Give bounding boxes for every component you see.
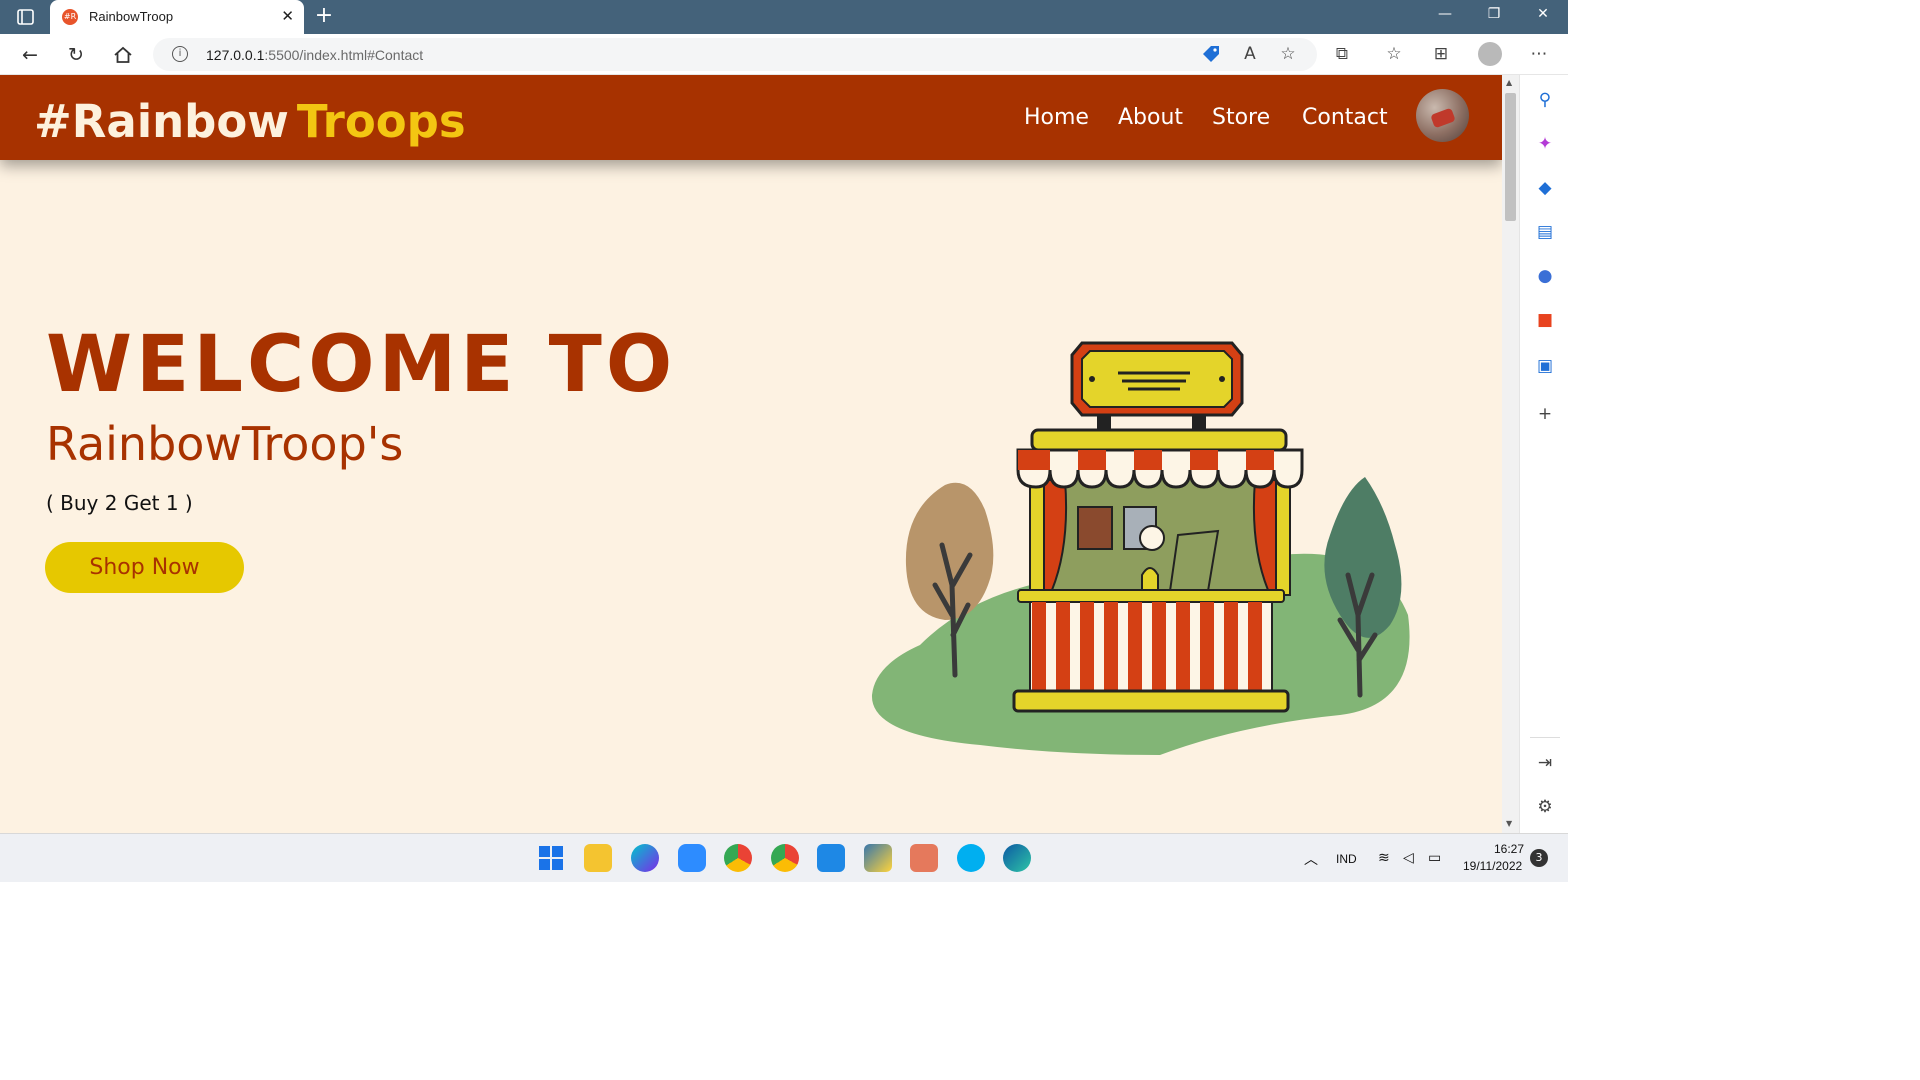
settings-gear-icon[interactable]: ⚙ [1534,796,1556,818]
site-favicon-icon: #R [62,9,78,25]
edge-icon[interactable] [1003,844,1031,872]
user-avatar[interactable] [1416,89,1469,142]
outlook-icon[interactable]: ▣ [1534,355,1556,377]
site-info-icon[interactable]: i [172,46,188,62]
close-window-icon[interactable]: ✕ [1520,6,1566,28]
tab-close-icon[interactable]: ✕ [281,7,294,25]
chrome-profile-icon[interactable] [771,844,799,872]
office-icon[interactable]: ■ [1534,309,1556,331]
clock-date[interactable]: 19/11/2022 [1463,859,1522,873]
web-page: #Rainbow Troops Home About Store Contact … [0,75,1502,833]
site-logo[interactable]: #Rainbow Troops [34,95,466,148]
site-header: #Rainbow Troops Home About Store Contact [0,75,1502,160]
tools-icon[interactable]: ▤ [1534,221,1556,243]
games-icon[interactable]: ● [1534,265,1556,287]
url-path: :5500/index.html#Contact [264,47,424,63]
nav-about[interactable]: About [1118,105,1183,130]
add-favorite-icon[interactable]: ☆ [1276,42,1300,66]
restore-icon[interactable]: ❐ [1471,6,1517,28]
windows-taskbar: ︿ IND ≋ ◁ ▭ 16:27 19/11/2022 3 [0,833,1568,882]
favorites-icon[interactable]: ☆ [1382,42,1406,66]
browser-title-bar: #R RainbowTroop ✕ + — ❐ ✕ [0,0,1568,34]
scroll-down-icon[interactable]: ▼ [1506,819,1512,828]
shop-now-button[interactable]: Shop Now [45,542,244,593]
more-options-icon[interactable]: ⋯ [1527,42,1551,66]
shopping-tag-icon[interactable] [1199,42,1223,66]
chrome-icon[interactable] [724,844,752,872]
market-stall-illustration [871,341,1410,755]
scroll-up-icon[interactable]: ▲ [1506,78,1512,87]
clock-time[interactable]: 16:27 [1494,842,1524,856]
discover-sparkle-icon[interactable]: ✦ [1534,133,1556,155]
hero-subtitle: RainbowTroop's [46,417,404,471]
scrollbar-thumb[interactable] [1505,93,1516,221]
python-icon[interactable] [864,844,892,872]
address-bar[interactable]: i 127.0.0.1:5500/index.html#Contact A ☆ [153,38,1317,71]
notification-badge[interactable]: 3 [1530,849,1548,867]
page-scrollbar[interactable]: ▲ ▼ [1502,75,1519,833]
home-icon[interactable] [110,42,136,68]
vscode-icon[interactable] [817,844,845,872]
hero-title: WELCOME TO [46,320,677,410]
browser-tab-active[interactable]: #R RainbowTroop ✕ [50,0,304,34]
canva-icon[interactable] [631,844,659,872]
app-icon[interactable] [910,844,938,872]
logo-part-1: #Rainbow [34,95,289,148]
search-icon[interactable]: ⚲ [1534,89,1556,111]
hero-promo: ( Buy 2 Get 1 ) [46,491,193,515]
nav-contact[interactable]: Contact [1302,105,1388,130]
collections-icon[interactable]: ⊞ [1429,42,1453,66]
tab-actions-icon[interactable] [12,8,38,26]
shopping-icon[interactable]: ◆ [1534,177,1556,199]
nav-store[interactable]: Store [1212,105,1270,130]
nav-home[interactable]: Home [1024,105,1089,130]
skype-icon[interactable] [957,844,985,872]
url-host: 127.0.0.1 [206,47,265,63]
volume-icon[interactable]: ◁ [1403,849,1414,866]
show-hidden-icons-icon[interactable]: ︿ [1304,849,1318,869]
sidebar-divider [1530,737,1560,738]
browser-toolbar: ← ↻ i 127.0.0.1:5500/index.html#Contact … [0,34,1568,75]
profile-avatar-icon[interactable] [1478,42,1502,66]
battery-icon[interactable]: ▭ [1428,849,1441,866]
refresh-icon[interactable]: ↻ [63,42,89,68]
edge-sidebar: ⚲ ✦ ◆ ▤ ● ■ ▣ + ⇥ ⚙ [1519,75,1568,833]
language-indicator[interactable]: IND [1336,852,1357,866]
add-sidebar-app-icon[interactable]: + [1534,403,1556,425]
tab-title: RainbowTroop [89,9,174,24]
wifi-icon[interactable]: ≋ [1378,849,1390,866]
read-aloud-icon[interactable]: A [1238,42,1262,66]
extensions-icon[interactable]: ⧉ [1330,42,1354,66]
minimize-icon[interactable]: — [1422,6,1468,28]
file-explorer-icon[interactable] [584,844,612,872]
zoom-icon[interactable] [678,844,706,872]
new-tab-icon[interactable]: + [312,4,336,28]
windows-start-icon[interactable] [537,844,565,872]
back-icon[interactable]: ← [17,42,43,68]
logo-part-2: Troops [296,95,466,148]
hide-sidebar-icon[interactable]: ⇥ [1534,752,1556,774]
url-text[interactable]: 127.0.0.1:5500/index.html#Contact [206,47,423,63]
